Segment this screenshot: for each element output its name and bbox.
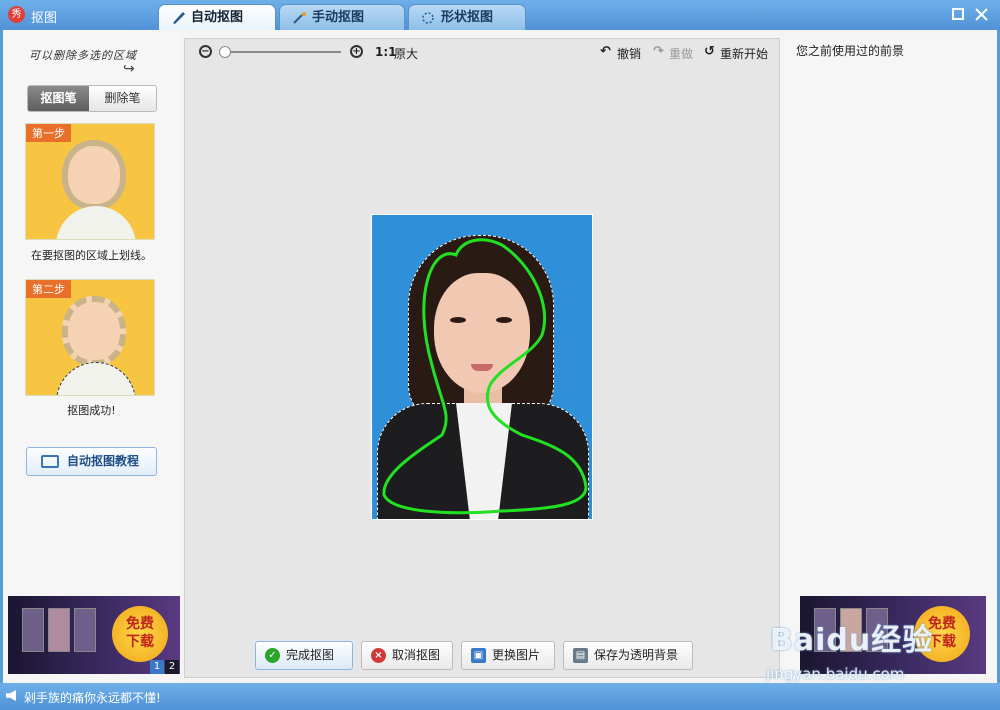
step1-image: 第一步	[25, 123, 155, 240]
handwritten-hint: 可以删除多选的区域	[29, 49, 137, 62]
status-bar: 剁手族的痛你永远都不懂!	[0, 683, 1000, 710]
ad-thumb	[48, 608, 70, 652]
finish-cutout-button[interactable]: ✓ 完成抠图	[255, 641, 353, 670]
pen-selector: 抠图笔 删除笔	[27, 85, 157, 112]
ad-badge-line1: 免费	[126, 616, 154, 632]
canvas-area: − + 1:1 原大 ↶ 撤销 ↷ 重做 ↺ 重新开始 ✓ 完成抠图 × 取消抠…	[184, 38, 780, 678]
ad-page-1[interactable]: 1	[150, 660, 164, 674]
baby-body	[56, 206, 136, 239]
zoom-in-icon[interactable]: +	[350, 45, 363, 58]
tab-label: 手动抠图	[312, 10, 365, 25]
step1-caption: 在要抠图的区域上划线。	[31, 249, 152, 262]
title-bar: 秀 抠图 自动抠图 手动抠图 形状抠图	[0, 0, 1000, 31]
watermark-url: jingyan.baidu.com	[766, 665, 905, 683]
action-bar: ✓ 完成抠图 × 取消抠图 ▣ 更换图片 ▤ 保存为透明背景	[185, 641, 779, 671]
cancel-cutout-button[interactable]: × 取消抠图	[361, 641, 453, 670]
actual-size-button[interactable]: 原大	[394, 45, 418, 62]
app-logo-icon: 秀	[8, 6, 25, 23]
tab-label: 形状抠图	[441, 10, 494, 25]
canvas-toolbar: − + 1:1 原大 ↶ 撤销 ↷ 重做 ↺ 重新开始	[185, 39, 779, 67]
brush-icon	[173, 12, 185, 24]
finish-cutout-label: 完成抠图	[286, 648, 335, 662]
check-icon: ✓	[265, 648, 280, 663]
shape-dots-icon	[422, 12, 434, 24]
tab-manual-cutout[interactable]: 手动抠图	[279, 4, 405, 31]
step2-tag: 第二步	[26, 280, 71, 298]
status-message[interactable]: 剁手族的痛你永远都不懂!	[24, 689, 161, 706]
tutorial-button[interactable]: 自动抠图教程	[26, 447, 157, 476]
maximize-icon[interactable]	[952, 8, 964, 20]
book-icon	[41, 455, 59, 468]
save-transparent-button[interactable]: ▤ 保存为透明背景	[563, 641, 693, 670]
ad-page-2[interactable]: 2	[165, 660, 179, 674]
save-disk-icon: ▤	[573, 648, 588, 663]
zoom-slider-knob[interactable]	[219, 46, 231, 58]
cancel-cutout-label: 取消抠图	[392, 648, 441, 662]
redo-icon[interactable]: ↷	[653, 44, 664, 59]
step2-caption: 抠图成功!	[67, 404, 116, 417]
watermark-brand: Baidu经验	[770, 623, 934, 658]
close-icon[interactable]	[975, 8, 988, 21]
ad-thumb	[74, 608, 96, 652]
left-ad-banner[interactable]: 免费 下载 1 2	[8, 596, 180, 674]
recent-foregrounds-title: 您之前使用过的前景	[796, 44, 905, 58]
undo-icon[interactable]: ↶	[600, 44, 611, 59]
window-title: 抠图	[31, 11, 58, 26]
baby-body	[56, 362, 136, 395]
curved-arrow-icon: ↪	[123, 61, 135, 77]
baidu-watermark: Baidu经验 jingyan.baidu.com	[766, 615, 934, 683]
tab-label: 自动抠图	[191, 10, 244, 25]
speaker-icon[interactable]	[6, 690, 16, 701]
step1-tag: 第一步	[26, 124, 71, 142]
tutorial-button-label: 自动抠图教程	[67, 454, 140, 468]
restart-button[interactable]: 重新开始	[720, 45, 768, 62]
restart-icon[interactable]: ↺	[704, 44, 715, 59]
cut-pen-button[interactable]: 抠图笔	[28, 86, 89, 111]
replace-image-label: 更换图片	[492, 648, 541, 662]
cancel-icon: ×	[371, 648, 386, 663]
undo-button[interactable]: 撤销	[617, 45, 641, 62]
save-transparent-label: 保存为透明背景	[594, 648, 679, 662]
left-panel: 可以删除多选的区域 ↪ 抠图笔 删除笔 第一步 在要抠图的区域上划线。 第二步 …	[3, 30, 180, 683]
erase-pen-button[interactable]: 删除笔	[89, 86, 156, 111]
tab-shape-cutout[interactable]: 形状抠图	[408, 4, 526, 31]
right-panel: 您之前使用过的前景 免费 下载	[784, 38, 995, 678]
redo-button[interactable]: 重做	[669, 45, 693, 62]
zoom-out-icon[interactable]: −	[199, 45, 212, 58]
picture-icon: ▣	[471, 648, 486, 663]
baby-face	[62, 296, 126, 366]
replace-image-button[interactable]: ▣ 更换图片	[461, 641, 555, 670]
portrait-photo[interactable]	[371, 214, 593, 520]
step2-image: 第二步	[25, 279, 155, 396]
ad-download-badge[interactable]: 免费 下载	[112, 606, 168, 662]
ad-badge-line2: 下载	[126, 634, 154, 650]
tab-auto-cutout[interactable]: 自动抠图	[158, 4, 276, 31]
ad-thumb	[22, 608, 44, 652]
magic-wand-icon	[293, 12, 306, 24]
baby-face	[62, 140, 126, 210]
zoom-slider[interactable]	[221, 51, 341, 53]
selection-stroke	[382, 238, 588, 515]
